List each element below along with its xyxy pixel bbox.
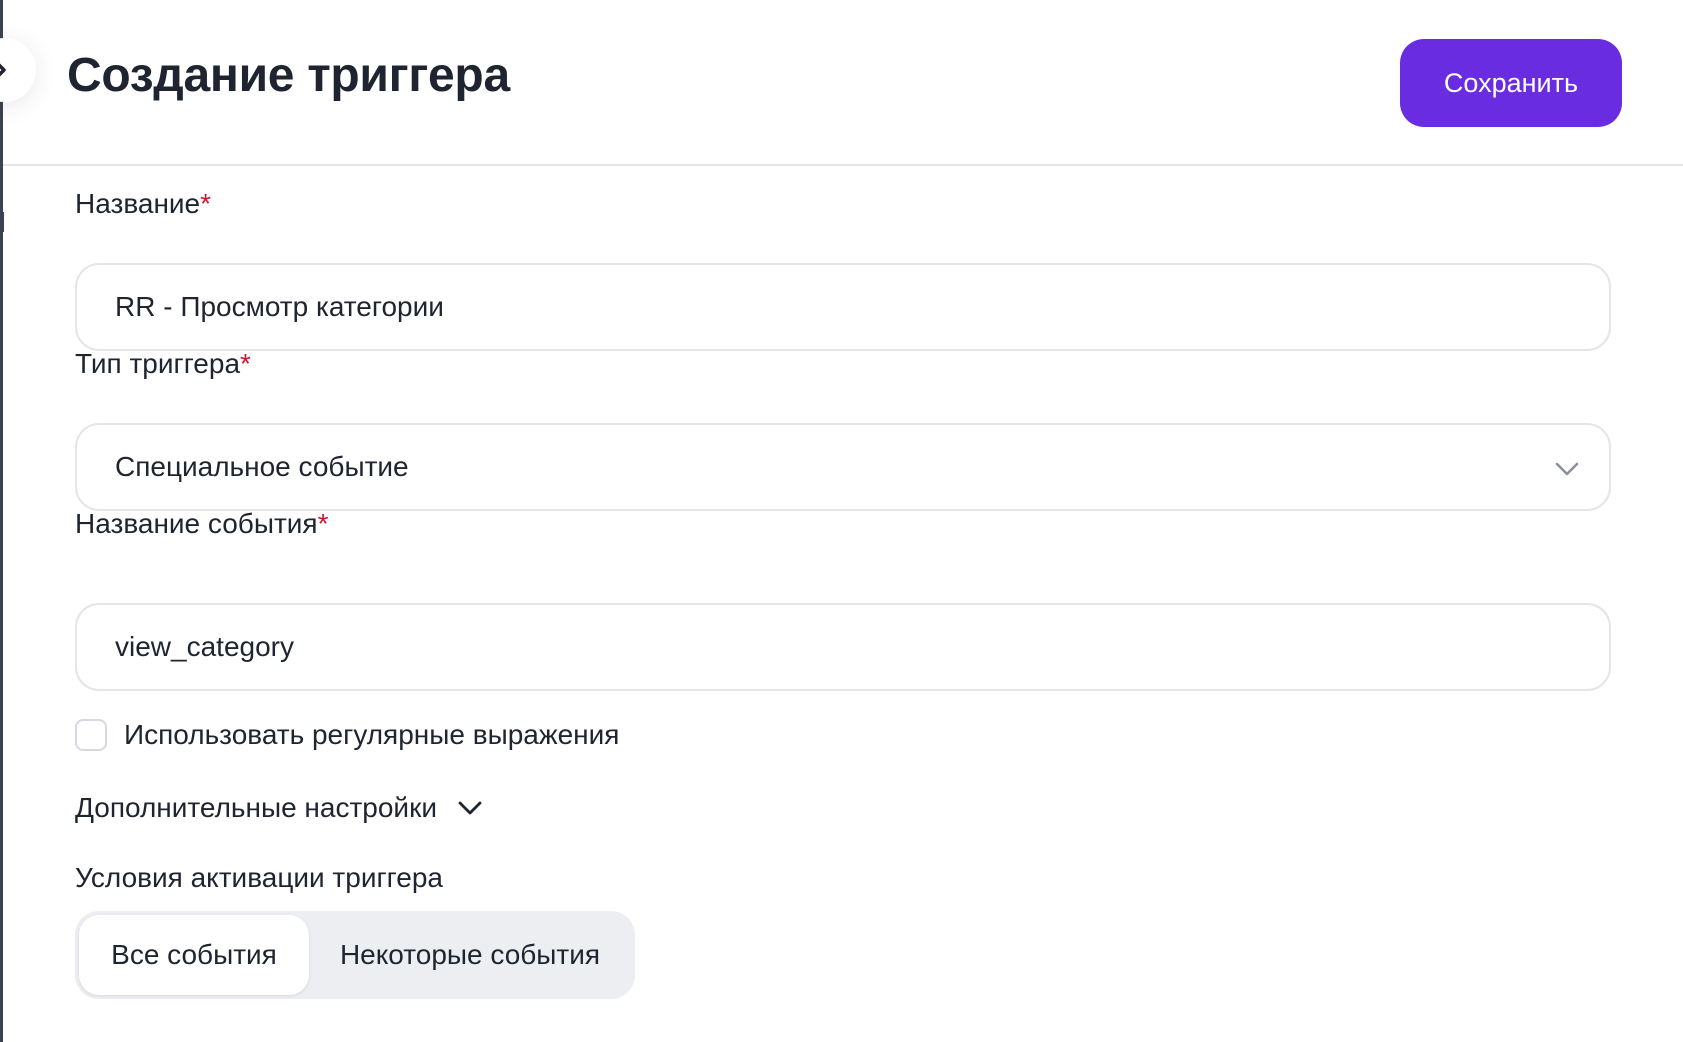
trigger-type-label-text: Тип триггера <box>75 348 241 379</box>
event-name-input[interactable] <box>75 603 1611 691</box>
page-title: Создание триггера <box>67 49 510 102</box>
chevron-right-icon <box>0 63 6 77</box>
activation-segmented-control: Все события Некоторые события <box>75 911 635 999</box>
trigger-type-selected-value: Специальное событие <box>115 451 409 482</box>
use-regex-checkbox[interactable] <box>75 719 107 751</box>
event-name-field-label: Название события* <box>75 508 329 540</box>
advanced-settings-toggle[interactable]: Дополнительные настройки <box>75 788 485 828</box>
required-mark: * <box>317 508 329 539</box>
sidebar-edge-marker <box>0 212 4 232</box>
segment-all-events[interactable]: Все события <box>79 915 309 995</box>
chevron-down-icon <box>1555 462 1579 476</box>
page-header: Создание триггера Сохранить <box>3 0 1683 166</box>
activation-conditions-label: Условия активации триггера <box>75 862 443 893</box>
trigger-type-select[interactable]: Специальное событие <box>75 423 1611 511</box>
advanced-settings-label: Дополнительные настройки <box>75 792 437 823</box>
name-label-text: Название <box>75 188 201 219</box>
save-button[interactable]: Сохранить <box>1400 39 1622 127</box>
trigger-type-field-label: Тип триггера* <box>75 348 251 380</box>
use-regex-option[interactable]: Использовать регулярные выражения <box>75 718 619 752</box>
chevron-down-icon <box>458 801 482 815</box>
use-regex-label: Использовать регулярные выражения <box>124 719 620 750</box>
name-input[interactable] <box>75 263 1611 351</box>
segment-some-events[interactable]: Некоторые события <box>309 915 631 995</box>
required-mark: * <box>240 348 251 379</box>
required-mark: * <box>200 188 212 219</box>
event-name-label-text: Название события <box>75 508 318 539</box>
name-field-label: Название* <box>75 188 211 220</box>
trigger-create-page: Создание триггера Сохранить Название* Ти… <box>0 0 1683 1042</box>
